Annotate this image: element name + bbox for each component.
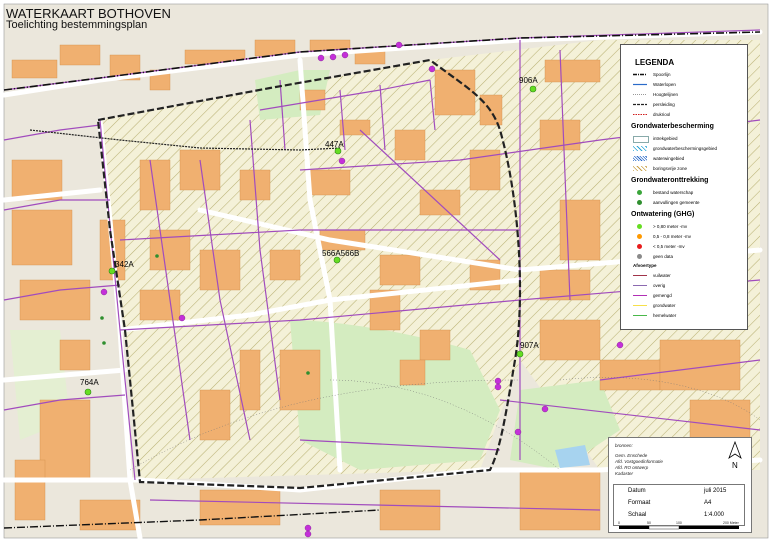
legend-label: waterwingebied (653, 156, 685, 161)
legend-label: hemelwater (653, 313, 677, 318)
ghg-dot-icon (637, 234, 642, 239)
discharge-line-symbol (633, 315, 647, 316)
pressure-sewer-symbol (633, 114, 647, 115)
legend-row-overig: overig (633, 281, 745, 290)
legend-row-boringsvrije-zone: boringsvrije zone (633, 164, 745, 173)
legend-row-hoogtelijnen: Hoogtelijnen (633, 90, 745, 99)
legend-row-ghg-4: geen data (633, 252, 745, 261)
legend-label: < 0,5 meter -mv (653, 244, 685, 249)
label-764A: 764A (80, 378, 99, 387)
legend-panel: LEGENDA Spoorlijn Waterlopen Hoogtelijne… (620, 44, 748, 330)
pressure-pipe-symbol (633, 103, 647, 106)
legend-row-bestand-waterschap: bestand waterschap (633, 188, 745, 197)
scale-tick: 50 (647, 521, 651, 525)
legend-row-drukriool: drukriool (633, 110, 745, 119)
legend-label: overig (653, 283, 666, 288)
discharge-line-symbol (633, 275, 647, 276)
ghg-dot-icon (637, 244, 642, 249)
source-item: Afd. Vastgoedinformatie (615, 459, 663, 464)
scale-tick: 100 (676, 521, 682, 525)
legend-row-persleiding: persleiding (633, 100, 745, 109)
meta-key: Datum (628, 488, 646, 494)
railway-symbol (633, 73, 647, 76)
protection-area-symbol (633, 146, 647, 151)
meta-value: 1:4.000 (704, 512, 725, 518)
legend-row-vuilwater: vuilwater (633, 271, 745, 280)
water-extraction-area-symbol (633, 156, 647, 161)
legend-label: Waterlopen (653, 82, 676, 87)
extraction-dot-icon (637, 190, 642, 195)
meta-value: A4 (704, 500, 712, 506)
intake-area-symbol (633, 136, 649, 143)
legend-label: persleiding (653, 102, 675, 107)
meta-value: juli 2015 (704, 488, 727, 494)
label-906A: 906A (519, 76, 538, 85)
north-label: N (732, 461, 738, 470)
meta-key: Schaal (628, 512, 647, 518)
legend-label: geen data (653, 254, 674, 259)
legend-label: 0,5 - 0,8 meter -mv (653, 234, 692, 239)
legend-heading-grondwateronttrekking: Grondwateronttrekking (631, 177, 709, 184)
source-item: Gem. Enschede (615, 453, 648, 458)
legend-label: gemengd (653, 293, 672, 298)
waterway-symbol (633, 83, 647, 86)
legend-row-gemengd: gemengd (633, 291, 745, 300)
scale-tick: 0 (618, 521, 620, 525)
source-item: Afd. RO ontwerp (615, 465, 649, 470)
legend-label: vuilwater (653, 273, 671, 278)
legend-heading-grondwaterbescherming: Grondwaterbescherming (631, 123, 714, 130)
legend-row-aanvullingen-gemeente: aanvullingen gemeente (633, 198, 745, 207)
legend-row-spoorlijn: Spoorlijn (633, 70, 745, 79)
label-447A: 447A (325, 140, 344, 149)
meta-key: Formaat (628, 500, 651, 506)
north-arrow-graphic: N (728, 440, 742, 470)
ghg-dot-icon (637, 254, 642, 259)
north-arrow-icon: N (726, 440, 744, 470)
legend-row-ghg-1: > 0,80 meter -mv (633, 222, 745, 231)
source-item: Kadaster (615, 471, 634, 476)
legend-row-ghg-2: 0,5 - 0,8 meter -mv (633, 232, 745, 241)
discharge-line-symbol (633, 305, 647, 306)
legend-row-waterwingebied: waterwingebied (633, 154, 745, 163)
legend-label: Hoogtelijnen (653, 92, 679, 97)
legend-label: aanvullingen gemeente (653, 200, 700, 205)
legend-row-hemelwater: hemelwater (633, 311, 745, 320)
contour-symbol (633, 94, 647, 95)
label-907A: 907A (520, 341, 539, 350)
legend-row-ghg-3: < 0,5 meter -mv (633, 242, 745, 251)
legend-label: boringsvrije zone (653, 166, 688, 171)
map-subtitle: Toelichting bestemmingsplan (6, 19, 148, 31)
scale-bar (619, 526, 739, 530)
meta-table: Datum juli 2015 Formaat A4 Schaal 1:4.00… (613, 484, 745, 526)
discharge-line-symbol (633, 295, 647, 296)
legend-label: Spoorlijn (653, 72, 671, 77)
legend-label: grondwaterbeschermingsgebied (653, 146, 718, 151)
discharge-line-symbol (633, 285, 647, 286)
legend-heading-ontwatering: Ontwatering (GHG) (631, 211, 695, 218)
legend-label: bestand waterschap (653, 190, 694, 195)
ghg-dot-icon (637, 224, 642, 229)
sources-heading: bronnen: (615, 443, 633, 448)
legend-heading-afvoertype: Afvoertype (633, 263, 657, 268)
label-566A566B: 566A566B (322, 249, 359, 258)
legend-label: drukriool (653, 112, 671, 117)
legend-row-waterlopen: Waterlopen (633, 80, 745, 89)
legend-label: intrekgebied (653, 136, 678, 141)
label-342A: 342A (115, 260, 134, 269)
legend-label: > 0,80 meter -mv (653, 224, 688, 229)
legend-row-grondwater: grondwater (633, 301, 745, 310)
extraction-dot-icon (637, 200, 642, 205)
drilling-free-zone-symbol (633, 166, 647, 171)
scale-tick: 200 Meter (723, 521, 739, 525)
legend-label: grondwater (653, 303, 676, 308)
legend-row-intrekgebied: intrekgebied (633, 134, 745, 143)
legend-row-beschermingsgebied: grondwaterbeschermingsgebied (633, 144, 745, 153)
legend-title: LEGENDA (635, 58, 675, 67)
